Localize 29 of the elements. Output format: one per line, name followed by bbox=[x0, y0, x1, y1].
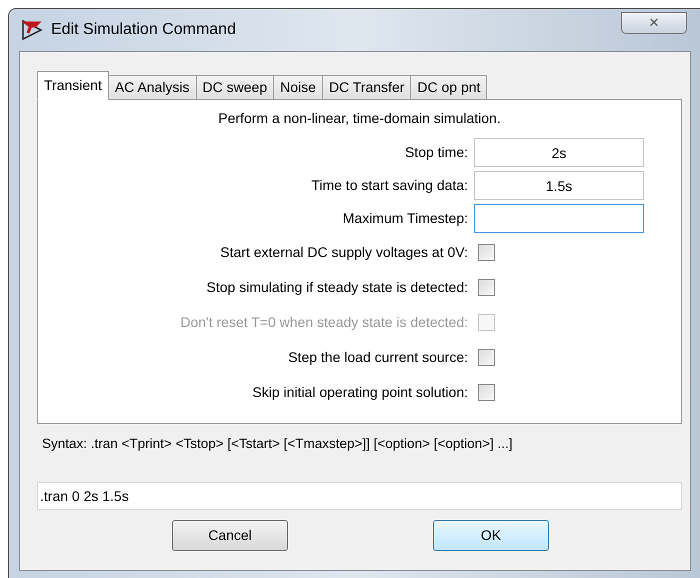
window-title: Edit Simulation Command bbox=[51, 20, 236, 40]
checkbox[interactable] bbox=[478, 349, 495, 366]
tab[interactable]: DC op pnt bbox=[410, 75, 488, 100]
dialog-button[interactable]: Cancel bbox=[172, 520, 288, 552]
tab[interactable]: Transient bbox=[37, 71, 109, 100]
input-field[interactable] bbox=[474, 204, 644, 233]
description-text: Perform a non-linear, time-domain simulation. bbox=[217, 109, 502, 128]
dialog-button[interactable]: OK bbox=[433, 520, 549, 552]
checkbox-label: Skip initial operating point solution: bbox=[251, 383, 469, 402]
tab[interactable]: DC Transfer bbox=[322, 75, 412, 100]
app-logo-icon bbox=[21, 19, 43, 41]
checkbox[interactable] bbox=[478, 384, 495, 401]
checkbox[interactable] bbox=[478, 244, 495, 261]
field-label: Maximum Timestep: bbox=[342, 209, 469, 228]
checkbox-label: Stop simulating if steady state is detected: bbox=[206, 278, 469, 297]
tab[interactable]: Noise bbox=[273, 75, 323, 100]
checkbox-label: Start external DC supply voltages at 0V: bbox=[219, 243, 469, 262]
input-field[interactable]: 2s bbox=[474, 138, 644, 167]
checkbox-label: Step the load current source: bbox=[287, 348, 469, 367]
close-button[interactable]: ✕ bbox=[621, 12, 687, 34]
syntax-text: Syntax: .tran <Tprint> <Tstop> [<Tstart> [<Tmaxstep>]] [<option> [<option>] ...] bbox=[42, 435, 514, 453]
field-label: Time to start saving data: bbox=[310, 176, 469, 195]
checkbox-label: Don't reset T=0 when steady state is detected: bbox=[179, 313, 469, 332]
tab[interactable]: AC Analysis bbox=[108, 75, 197, 100]
field-label: Stop time: bbox=[404, 143, 469, 162]
input-field[interactable]: 1.5s bbox=[474, 171, 644, 200]
tab[interactable]: DC sweep bbox=[196, 75, 274, 100]
command-field[interactable]: .tran 0 2s 1.5s bbox=[37, 482, 682, 510]
checkbox[interactable] bbox=[478, 279, 495, 296]
